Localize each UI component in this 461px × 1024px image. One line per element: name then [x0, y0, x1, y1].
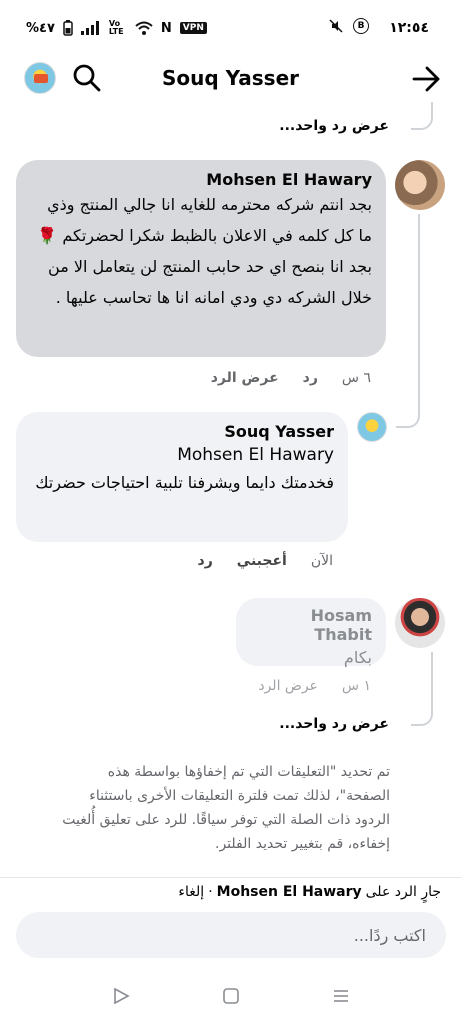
status-bar: %٤٧ Vo LTE N VPN B ١٢:٥٤ [0, 0, 461, 58]
nfc-icon: N [160, 20, 172, 36]
comment-time: ١ س [341, 678, 371, 694]
avatar[interactable] [395, 160, 445, 210]
lte-icon: Vo LTE [108, 19, 124, 36]
thread-line [411, 652, 433, 726]
comment-bubble[interactable]: Hosam Thabit بكام [236, 598, 386, 667]
back-triangle-icon[interactable] [111, 986, 131, 1006]
battery-text: %٤٧ [26, 20, 55, 36]
reply-button[interactable]: رد [198, 553, 213, 569]
back-arrow-icon[interactable] [411, 64, 441, 94]
system-nav-bar [0, 980, 461, 1024]
comment-bubble[interactable]: Mohsen El Hawary بجد انتم شركه محترمه لل… [16, 160, 386, 357]
thread-line [411, 102, 433, 130]
filter-notice: تم تحديد "التعليقات التي تم إخفاؤها بواس… [62, 764, 390, 852]
home-square-icon[interactable] [221, 986, 241, 1006]
mute-icon [329, 19, 343, 33]
thread-line [396, 400, 420, 428]
comment-text: بكام [343, 648, 372, 667]
separator: · [208, 884, 213, 900]
header: Souq Yasser [0, 58, 461, 102]
comment-text: فخدمتك دايما ويشرفنا تلبية احتياجات حضرت… [35, 473, 334, 492]
status-left: %٤٧ Vo LTE N VPN [26, 20, 207, 36]
replying-to-name: Mohsen El Hawary [216, 884, 362, 900]
divider [0, 877, 461, 878]
status-right: B [329, 18, 369, 34]
wifi-icon [135, 21, 153, 35]
vpn-badge: VPN [179, 22, 207, 34]
comment-author[interactable]: Souq Yasser [30, 422, 334, 441]
status-time: ١٢:٥٤ [389, 20, 429, 36]
b-icon: B [353, 18, 369, 34]
reply-composer[interactable] [16, 912, 446, 958]
cancel-reply-button[interactable]: إلغاء [178, 884, 204, 900]
comment-author[interactable]: Mohsen El Hawary [30, 170, 372, 189]
comment-actions: ٦ س رد عرض الرد [211, 370, 371, 386]
comment-time: الآن [310, 553, 333, 569]
page-title: Souq Yasser [161, 66, 300, 90]
battery-icon [63, 20, 73, 36]
comment-actions: ١ س عرض الرد [258, 678, 371, 694]
menu-lines-icon[interactable] [331, 986, 351, 1006]
comment-text: بجد انتم شركه محترمه للغايه انا جالي الم… [37, 195, 372, 307]
comment-actions: الآن أعجبني رد [198, 553, 333, 569]
avatar[interactable] [395, 598, 445, 648]
mention-link[interactable]: Mohsen El Hawary [30, 445, 334, 465]
thread-line [418, 214, 420, 414]
reply-button[interactable]: رد [303, 370, 318, 386]
avatar[interactable] [357, 412, 387, 442]
reply-bubble[interactable]: Souq Yasser Mohsen El Hawary فخدمتك دايم… [16, 412, 348, 542]
replying-prefix: جارٍ الرد على [365, 884, 441, 900]
view-reply-button[interactable]: عرض الرد [211, 370, 279, 386]
like-button[interactable]: أعجبني [237, 553, 287, 569]
replying-to-bar: جارٍ الرد على Mohsen El Hawary · إلغاء [178, 884, 441, 900]
view-reply-button[interactable]: عرض الرد [258, 678, 318, 694]
comment-time: ٦ س [341, 370, 371, 386]
comment-author[interactable]: Hosam Thabit [250, 606, 372, 644]
view-more-replies-link[interactable]: عرض رد واحد... [279, 118, 389, 134]
view-more-replies-link[interactable]: عرض رد واحد... [279, 716, 389, 732]
signal-icon [80, 21, 99, 35]
reply-input[interactable] [16, 912, 446, 958]
